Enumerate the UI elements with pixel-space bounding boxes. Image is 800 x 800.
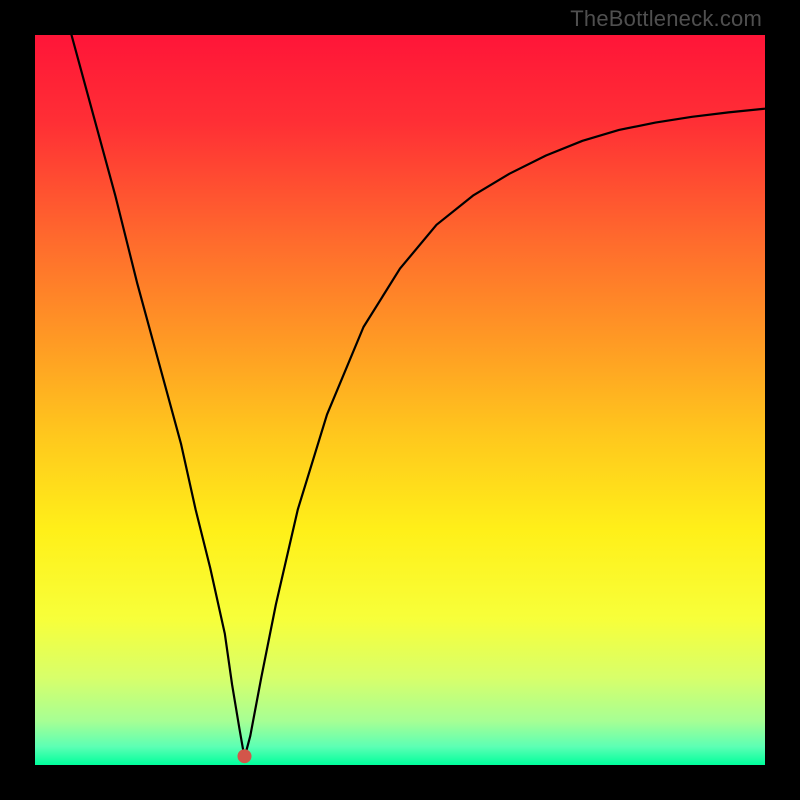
plot-area: [35, 35, 765, 765]
curve-layer: [35, 35, 765, 765]
minimum-marker: [238, 749, 252, 763]
bottleneck-curve: [72, 35, 766, 758]
watermark-text: TheBottleneck.com: [570, 6, 762, 32]
chart-frame: TheBottleneck.com: [0, 0, 800, 800]
